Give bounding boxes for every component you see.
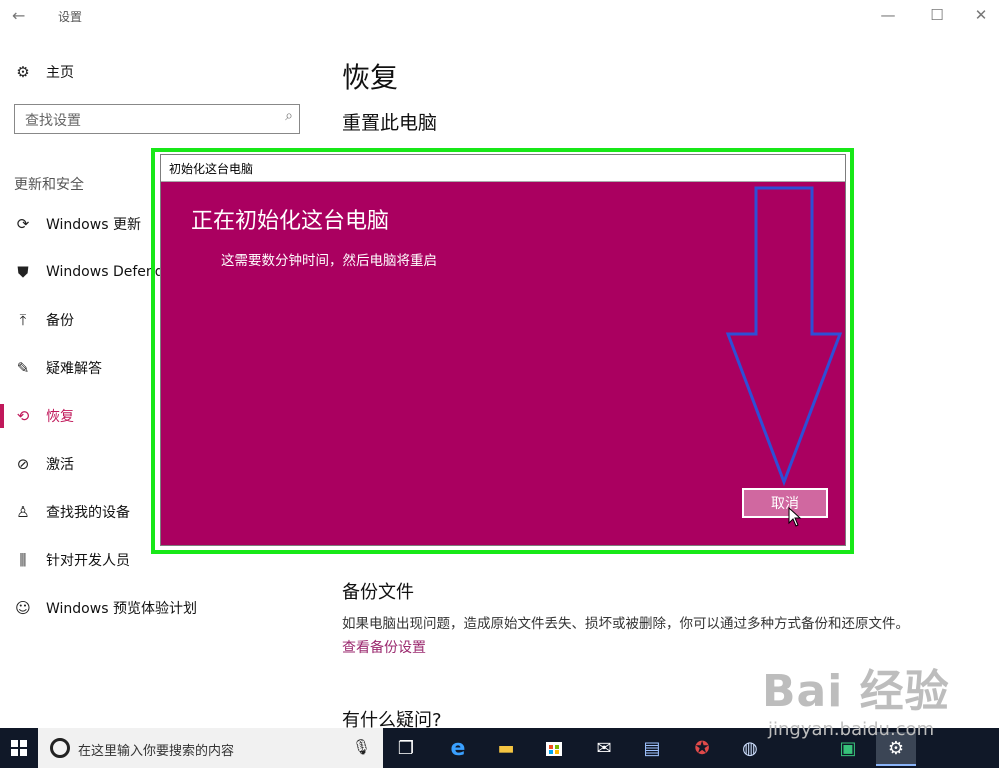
- dialog-title: 初始化这台电脑: [169, 162, 254, 176]
- sidebar-item-insider-program[interactable]: ☺ Windows 预览体验计划: [14, 597, 197, 619]
- search-placeholder: 查找设置: [25, 113, 81, 129]
- baidu-watermark: Bai 经验 jingyan.baidu.com: [762, 655, 950, 740]
- sidebar-item-label: Windows 预览体验计划: [46, 601, 197, 617]
- dialog-message: 这需要数分钟时间，然后电脑将重启: [221, 253, 437, 269]
- sidebar-item-find-my-device[interactable]: ♙ 查找我的设备: [14, 501, 130, 523]
- store-icon[interactable]: [534, 732, 574, 764]
- mail-icon[interactable]: ✉: [584, 732, 624, 764]
- maximize-icon[interactable]: ☐: [922, 6, 952, 24]
- app-1-icon[interactable]: ▤: [632, 732, 672, 764]
- sidebar-home-label: 主页: [46, 65, 74, 81]
- sidebar-item-windows-defender[interactable]: ⛊ Windows Defende: [14, 261, 172, 283]
- page-title: 恢复: [342, 61, 399, 94]
- file-explorer-icon[interactable]: ▬: [486, 732, 526, 764]
- sidebar-item-label: 查找我的设备: [46, 505, 130, 521]
- app-2-icon[interactable]: ✪: [682, 732, 722, 764]
- reset-pc-heading: 重置此电脑: [342, 112, 438, 134]
- watermark-brand: Bai 经验: [762, 666, 950, 717]
- check-circle-icon: ⊘: [16, 455, 30, 473]
- sidebar-item-label: 恢复: [46, 409, 74, 425]
- sidebar-item-recovery[interactable]: ⟲ 恢复: [14, 405, 74, 427]
- backup-settings-link[interactable]: 查看备份设置: [342, 637, 426, 657]
- task-view-icon[interactable]: ❐: [386, 732, 426, 764]
- section-title: 更新和安全: [14, 177, 84, 193]
- sidebar-item-label: 备份: [46, 313, 74, 329]
- microphone-icon[interactable]: 🎙: [352, 738, 371, 756]
- upload-arrow-icon: ⤒: [19, 311, 27, 329]
- developer-tools-icon: ⫼: [19, 551, 27, 569]
- cancel-button[interactable]: 取消: [742, 488, 828, 518]
- settings-search-input[interactable]: 查找设置 ⌕: [14, 104, 300, 134]
- windows-logo-icon: [11, 740, 27, 756]
- dialog-title-bar: 初始化这台电脑: [161, 155, 845, 182]
- sidebar-home[interactable]: ⚙ 主页: [14, 61, 74, 83]
- sidebar-item-backup[interactable]: ⤒ 备份: [14, 309, 74, 331]
- refresh-icon: ⟳: [16, 215, 30, 233]
- title-bar: ← 设置 — ☐ ✕: [0, 0, 999, 32]
- person-icon: ♙: [16, 503, 30, 521]
- active-indicator: [0, 404, 4, 428]
- watermark-url: jingyan.baidu.com: [768, 719, 935, 740]
- shield-icon: ⛊: [17, 263, 29, 281]
- back-arrow-icon[interactable]: ←: [12, 6, 25, 25]
- start-button[interactable]: [0, 728, 38, 768]
- sidebar-item-troubleshoot[interactable]: ✎ 疑难解答: [14, 357, 102, 379]
- insider-cat-icon: ☺: [15, 599, 31, 617]
- recovery-icon: ⟲: [16, 407, 30, 425]
- sidebar-item-windows-update[interactable]: ⟳ Windows 更新: [14, 213, 141, 235]
- sidebar-item-label: 激活: [46, 457, 74, 473]
- taskbar-search-placeholder: 在这里输入你要搜索的内容: [78, 744, 235, 759]
- down-arrow-annotation-icon: [725, 186, 843, 486]
- sidebar-item-for-developers[interactable]: ⫼ 针对开发人员: [14, 549, 130, 571]
- minimize-icon[interactable]: —: [873, 6, 903, 24]
- window-title: 设置: [58, 10, 83, 24]
- backup-description: 如果电脑出现问题，造成原始文件丢失、损坏或被删除，你可以通过多种方式备份和还原文…: [342, 616, 909, 632]
- gear-icon: ⚙: [16, 63, 30, 81]
- sidebar-item-label: 针对开发人员: [46, 553, 130, 569]
- edge-icon[interactable]: e: [438, 732, 478, 764]
- sidebar-item-activation[interactable]: ⊘ 激活: [14, 453, 74, 475]
- mouse-cursor-icon: [788, 507, 802, 527]
- backup-heading: 备份文件: [342, 582, 414, 603]
- dialog-heading: 正在初始化这台电脑: [191, 209, 390, 234]
- sidebar-item-label: 疑难解答: [46, 361, 102, 377]
- close-icon[interactable]: ✕: [966, 6, 996, 24]
- wrench-icon: ✎: [16, 359, 30, 377]
- sidebar-item-label: Windows 更新: [46, 217, 141, 233]
- cortana-icon[interactable]: [50, 738, 70, 758]
- search-icon[interactable]: ⌕: [285, 108, 293, 124]
- taskbar-search-box[interactable]: 在这里输入你要搜索的内容 🎙: [38, 728, 383, 768]
- store-logo-icon: [546, 742, 562, 756]
